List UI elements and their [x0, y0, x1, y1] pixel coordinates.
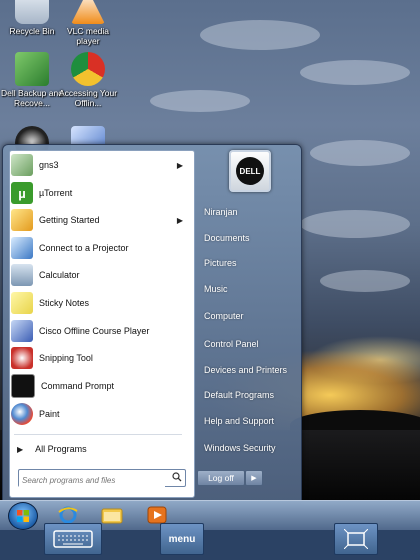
- chrome-icon: [71, 52, 105, 86]
- program-item-utorrent[interactable]: µ µTorrent: [11, 180, 189, 206]
- program-item-gns3[interactable]: gns3 ▶: [11, 152, 189, 178]
- logoff-button[interactable]: Log off: [197, 470, 245, 486]
- taskbar-internet-explorer[interactable]: [57, 505, 79, 525]
- all-programs-button[interactable]: ▶ All Programs: [13, 437, 191, 461]
- folder-icon: [101, 508, 123, 524]
- submenu-arrow-icon: ▶: [176, 215, 183, 225]
- projector-icon: [11, 237, 33, 259]
- right-item-computer[interactable]: Computer: [204, 311, 244, 321]
- search-input[interactable]: [19, 473, 165, 488]
- program-item-connect-projector[interactable]: Connect to a Projector: [11, 235, 189, 261]
- fullscreen-button[interactable]: [334, 523, 378, 555]
- program-item-snipping-tool[interactable]: Snipping Tool: [11, 345, 189, 371]
- start-button[interactable]: [8, 502, 38, 530]
- media-player-icon: [147, 506, 167, 524]
- dell-backup-icon: [15, 52, 49, 86]
- sticky-notes-icon: [11, 292, 33, 314]
- scissors-icon: [11, 347, 33, 369]
- separator: [14, 434, 182, 435]
- program-item-sticky-notes[interactable]: Sticky Notes: [11, 290, 189, 316]
- dell-logo-icon: DELL: [236, 157, 264, 185]
- right-item-windows-security[interactable]: Windows Security: [204, 443, 276, 453]
- gns3-icon: [11, 154, 33, 176]
- windows-logo-icon: [17, 510, 29, 522]
- paint-icon: [11, 403, 33, 425]
- search-icon[interactable]: [172, 472, 182, 482]
- utorrent-icon: µ: [11, 182, 33, 204]
- command-prompt-icon: [11, 374, 35, 398]
- cisco-player-icon: [11, 320, 33, 342]
- calculator-icon: [11, 264, 33, 286]
- program-item-getting-started[interactable]: Getting Started ▶: [11, 207, 189, 233]
- program-item-paint[interactable]: Paint: [11, 401, 189, 427]
- right-item-help-support[interactable]: Help and Support: [204, 416, 274, 426]
- program-item-calculator[interactable]: Calculator: [11, 262, 189, 288]
- right-item-control-panel[interactable]: Control Panel: [204, 339, 259, 349]
- search-box[interactable]: [18, 469, 186, 488]
- right-item-user[interactable]: Niranjan: [204, 207, 238, 217]
- right-item-devices-printers[interactable]: Devices and Printers: [204, 365, 287, 375]
- recycle-bin-icon: [15, 0, 49, 24]
- right-item-default-programs[interactable]: Default Programs: [204, 390, 274, 400]
- right-item-music[interactable]: Music: [204, 284, 228, 294]
- right-item-pictures[interactable]: Pictures: [204, 258, 237, 268]
- desktop-icon-chrome[interactable]: Accessing Your Offlin...: [56, 52, 120, 108]
- desktop-icon-vlc[interactable]: VLC media player: [56, 0, 120, 46]
- desktop-icon-dell-backup[interactable]: Dell Backup and Recove...: [0, 52, 64, 108]
- shutdown-options-arrow-icon[interactable]: ▶: [245, 470, 263, 486]
- vlc-icon: [71, 0, 105, 24]
- right-item-documents[interactable]: Documents: [204, 233, 250, 243]
- program-item-command-prompt[interactable]: Command Prompt: [11, 373, 189, 399]
- keyboard-button[interactable]: [44, 523, 102, 555]
- desktop-icon-recycle-bin[interactable]: Recycle Bin: [0, 0, 64, 36]
- menu-button[interactable]: menu: [160, 523, 204, 555]
- arrow-right-icon: ▶: [17, 444, 24, 454]
- internet-explorer-icon: [58, 506, 78, 524]
- getting-started-icon: [11, 209, 33, 231]
- user-picture[interactable]: DELL: [229, 150, 271, 192]
- program-item-cisco-course-player[interactable]: Cisco Offline Course Player: [11, 318, 189, 344]
- taskbar-file-explorer[interactable]: [101, 505, 123, 525]
- submenu-arrow-icon: ▶: [176, 160, 183, 170]
- keyboard-icon: [53, 530, 93, 548]
- taskbar-media-player[interactable]: [146, 505, 168, 525]
- fullscreen-icon: [344, 529, 368, 549]
